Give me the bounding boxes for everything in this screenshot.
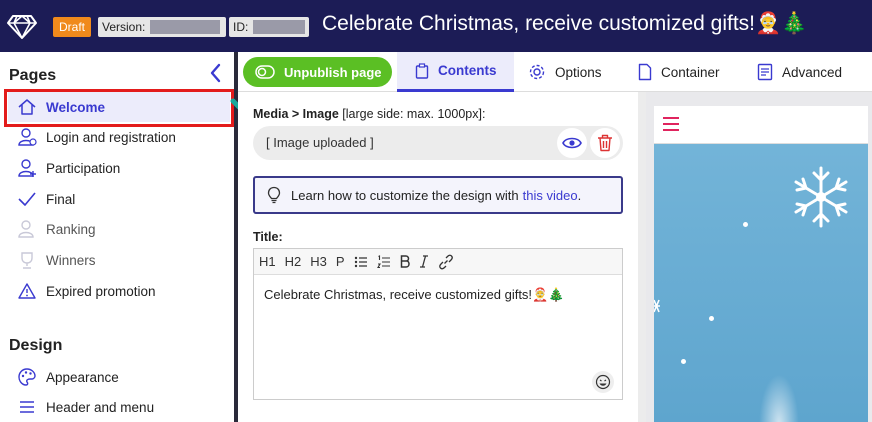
snow-dot	[709, 316, 714, 321]
sidebar-item-label: Login and registration	[46, 129, 176, 145]
info-suffix: .	[577, 187, 582, 203]
media-label-hint: [large side: max. 1000px]:	[342, 107, 486, 121]
unpublish-label: Unpublish page	[284, 64, 382, 80]
hamburger-menu-icon[interactable]	[662, 115, 680, 133]
chevron-left-icon[interactable]	[205, 62, 227, 84]
image-field-value: [ Image uploaded ]	[266, 135, 374, 150]
version-label: Version:	[102, 20, 146, 34]
diamond-logo-icon[interactable]	[6, 10, 38, 42]
snow-dot	[743, 222, 748, 227]
top-bar: Draft Version: ID: Celebrate Christmas, …	[0, 0, 872, 52]
unpublish-button[interactable]: Unpublish page	[243, 57, 392, 87]
design-section-title: Design	[9, 337, 63, 354]
sidebar-item-participation[interactable]: Participation	[8, 153, 230, 183]
tab-advanced[interactable]: Advanced	[757, 52, 842, 92]
editor-toolbar: Unpublish page Contents Options Containe…	[238, 52, 872, 92]
sidebar-item-ranking[interactable]: Ranking	[8, 214, 230, 244]
title-label: Title:	[253, 230, 283, 244]
emoji-icon[interactable]	[592, 371, 614, 393]
tab-label: Contents	[438, 63, 497, 78]
tab-label: Options	[555, 64, 602, 80]
media-label-bold: Media > Image	[253, 107, 339, 121]
bullet-list-icon[interactable]	[354, 255, 368, 269]
link-icon[interactable]	[438, 254, 454, 270]
highlight-frame	[4, 89, 234, 127]
user-rank-icon	[8, 214, 46, 244]
menu-icon	[8, 392, 46, 422]
info-box: Learn how to customize the design with t…	[253, 176, 623, 214]
user-add-icon	[8, 153, 46, 183]
numbered-list-icon[interactable]	[376, 254, 391, 269]
tab-container[interactable]: Container	[638, 52, 720, 92]
toggle-icon	[255, 65, 275, 79]
sidebar-item-label: Final	[46, 191, 76, 207]
sidebar-item-winners[interactable]: Winners	[8, 245, 230, 275]
rte-toolbar: H1 H2 H3 P	[254, 249, 622, 275]
snowflake-icon	[794, 166, 848, 228]
preview-header	[654, 106, 868, 144]
sidebar-item-label: Appearance	[46, 369, 119, 385]
checkmark-icon	[8, 184, 46, 214]
id-label: ID:	[233, 20, 249, 34]
bold-icon[interactable]	[400, 255, 410, 268]
title-editor-content[interactable]: Celebrate Christmas, receive customized …	[254, 275, 622, 315]
palette-icon	[8, 362, 46, 392]
sidebar-item-label: Ranking	[46, 221, 96, 237]
version-value-redacted	[150, 20, 220, 34]
sidebar-item-final[interactable]: Final	[8, 184, 230, 214]
video-link[interactable]: this video	[523, 188, 578, 203]
light-glow	[759, 374, 799, 422]
snowflake-partial-icon	[654, 299, 660, 313]
lightbulb-icon	[267, 186, 281, 204]
info-text: Learn how to customize the design with	[291, 187, 519, 203]
sidebar-item-expired[interactable]: Expired promotion	[8, 276, 230, 306]
warning-icon	[8, 276, 46, 306]
sidebar-item-label: Participation	[46, 160, 121, 176]
eye-icon[interactable]	[557, 128, 587, 158]
title-label-text: Title:	[253, 230, 283, 244]
media-image-label: Media > Image [large side: max. 1000px]:	[253, 107, 485, 121]
editor-scrollbar[interactable]	[638, 92, 646, 422]
h1-button[interactable]: H1	[259, 254, 276, 269]
sidebar-item-label: Winners	[46, 252, 96, 268]
sidebar-item-label: Header and menu	[46, 399, 155, 415]
tab-label: Container	[661, 64, 720, 80]
document-list-icon	[757, 63, 773, 81]
clipboard-icon	[415, 62, 429, 79]
italic-icon[interactable]	[419, 255, 429, 268]
file-icon	[638, 63, 652, 81]
editor-panel: Media > Image [large side: max. 1000px]:…	[238, 92, 638, 422]
status-badge: Draft	[53, 17, 92, 37]
h3-button[interactable]: H3	[310, 254, 327, 269]
title-editor[interactable]: H1 H2 H3 P Celebrate Christmas, receive …	[253, 248, 623, 400]
id-value-redacted	[253, 20, 305, 34]
preview-frame	[654, 106, 868, 422]
tab-options[interactable]: Options	[528, 52, 602, 92]
sidebar-item-header-menu[interactable]: Header and menu	[8, 392, 230, 422]
page-title: Celebrate Christmas, receive customized …	[322, 12, 808, 35]
trash-icon[interactable]	[590, 128, 620, 158]
image-field[interactable]: [ Image uploaded ]	[253, 126, 623, 160]
tab-contents[interactable]: Contents	[397, 52, 514, 92]
version-field: Version:	[98, 17, 226, 37]
tab-label: Advanced	[782, 64, 843, 80]
trophy-icon	[8, 245, 46, 275]
paragraph-button[interactable]: P	[336, 254, 345, 269]
h2-button[interactable]: H2	[285, 254, 302, 269]
sidebar-item-label: Expired promotion	[46, 283, 156, 299]
snow-dot	[681, 359, 686, 364]
sidebar-item-appearance[interactable]: Appearance	[8, 362, 230, 392]
pages-section-title: Pages	[9, 67, 57, 84]
id-field: ID:	[229, 17, 309, 37]
christmas-background-image	[654, 144, 868, 422]
gear-icon	[529, 64, 545, 80]
